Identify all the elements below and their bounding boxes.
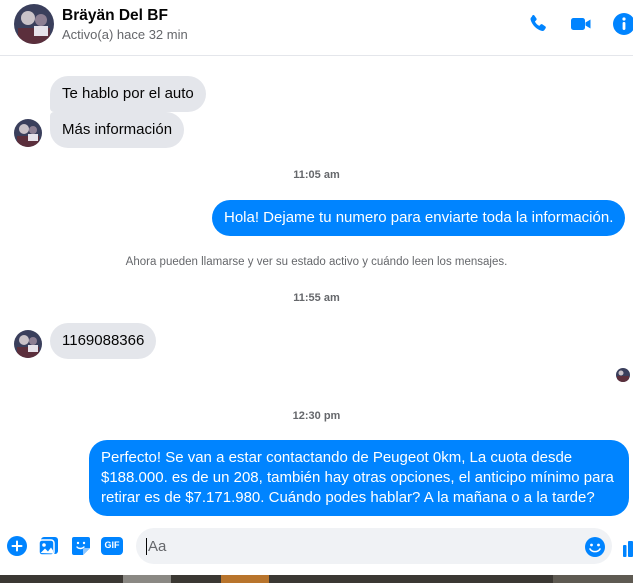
message-timestamp: 11:05 am	[293, 169, 340, 181]
taskbar-item	[221, 575, 269, 583]
image-icon[interactable]	[38, 535, 60, 557]
message-timestamp: 12:30 pm	[292, 410, 341, 422]
gif-icon[interactable]: GIF	[101, 535, 123, 557]
message-bubble-incoming[interactable]: 1169088366	[50, 323, 157, 359]
video-camera-icon[interactable]	[569, 12, 593, 36]
phone-icon[interactable]	[526, 12, 550, 36]
emoji-icon[interactable]	[584, 536, 606, 558]
read-receipt-avatar	[616, 368, 630, 382]
system-notice: Ahora pueden llamarse y ver su estado ac…	[125, 256, 508, 268]
message-timestamp: 11:55 am	[293, 292, 340, 304]
conversation-header: Bräyän Del BF Activo(a) hace 32 min	[0, 0, 633, 56]
message-bubble-outgoing[interactable]: Perfecto! Se van a estar contactando de …	[89, 440, 629, 516]
plus-circle-icon[interactable]	[6, 535, 28, 557]
contact-name[interactable]: Bräyän Del BF	[62, 7, 168, 25]
contact-avatar-small[interactable]	[14, 330, 42, 358]
message-bubble-incoming[interactable]: Más información	[50, 112, 185, 148]
taskbar-item	[123, 575, 171, 583]
text-caret	[146, 538, 147, 555]
like-icon[interactable]	[623, 541, 633, 557]
taskbar-item	[553, 575, 633, 583]
contact-avatar[interactable]	[14, 4, 54, 44]
contact-status: Activo(a) hace 32 min	[62, 27, 188, 42]
info-icon[interactable]	[612, 12, 633, 36]
message-bubble-incoming[interactable]: Te hablo por el auto	[50, 76, 206, 112]
sticker-icon[interactable]	[70, 535, 92, 557]
message-input[interactable]	[136, 528, 612, 564]
message-bubble-outgoing[interactable]: Hola! Dejame tu numero para enviarte tod…	[212, 200, 626, 236]
contact-avatar-small[interactable]	[14, 119, 42, 147]
taskbar-strip	[0, 575, 633, 583]
message-composer: GIF	[0, 526, 633, 570]
gif-label: GIF	[104, 540, 120, 550]
